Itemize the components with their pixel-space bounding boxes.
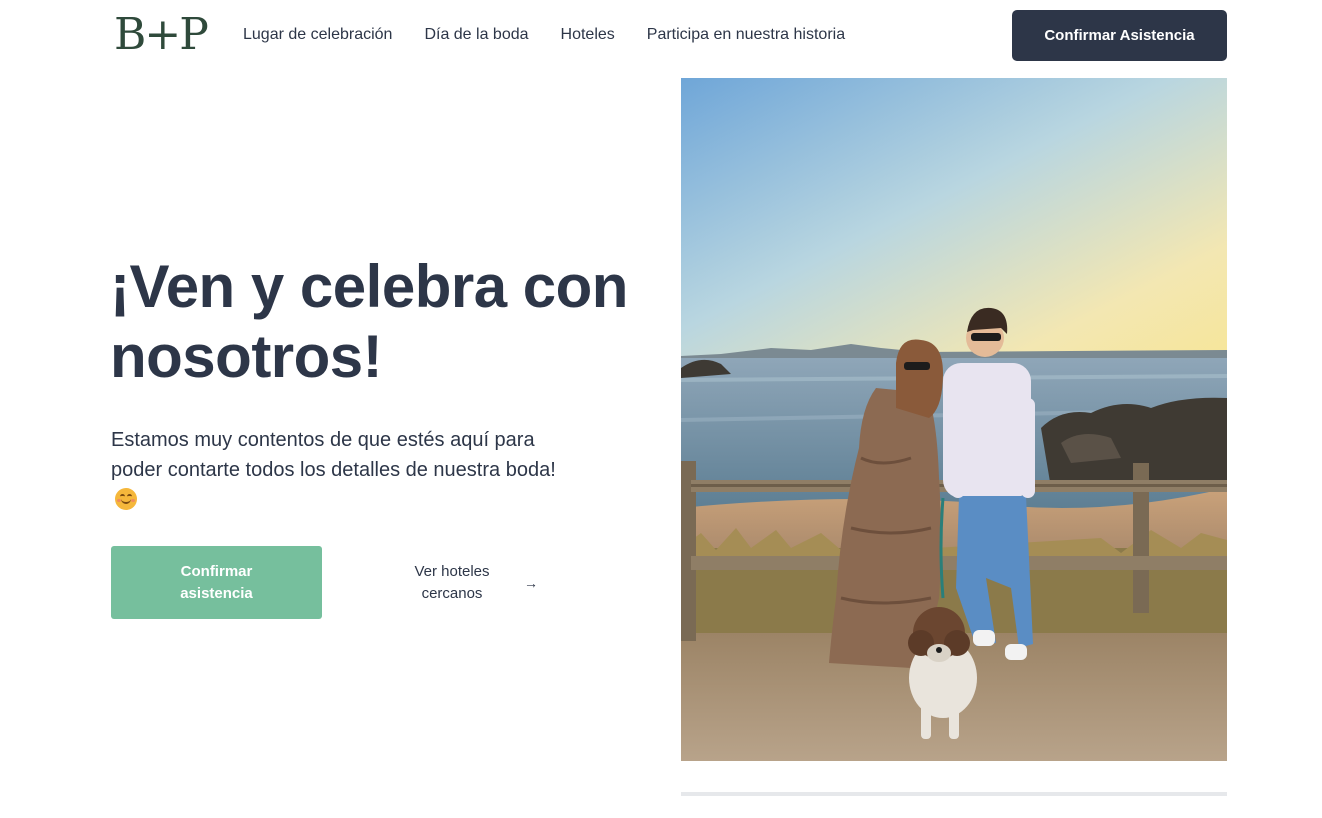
nav-dia-de-la-boda[interactable]: Día de la boda <box>424 24 528 46</box>
section-divider <box>681 792 1227 796</box>
hero-subtitle-text: Estamos muy contentos de que estés aquí … <box>111 429 556 481</box>
nav-lugar-de-celebracion[interactable]: Lugar de celebración <box>243 24 392 46</box>
hero-photo <box>681 78 1227 761</box>
confirm-attendance-button[interactable]: Confirmar asistencia <box>111 546 322 619</box>
nav-hoteles[interactable]: Hoteles <box>561 24 615 46</box>
nav-participa[interactable]: Participa en nuestra historia <box>647 24 845 46</box>
arrow-right-icon: → <box>524 574 538 591</box>
hero-title: ¡Ven y celebra con nosotros! <box>110 253 628 390</box>
view-hotels-label: Ver hoteles cercanos <box>414 562 490 602</box>
main-nav: Lugar de celebración Día de la boda Hote… <box>243 24 877 46</box>
hero-subtitle: Estamos muy contentos de que estés aquí … <box>111 425 581 515</box>
smiling-face-icon <box>115 488 137 510</box>
view-hotels-link[interactable]: Ver hoteles cercanos → <box>380 546 560 619</box>
confirm-attendance-header-button[interactable]: Confirmar Asistencia <box>1012 10 1227 61</box>
page: B+P Lugar de celebración Día de la boda … <box>0 0 1322 818</box>
logo[interactable]: B+P <box>114 10 209 60</box>
